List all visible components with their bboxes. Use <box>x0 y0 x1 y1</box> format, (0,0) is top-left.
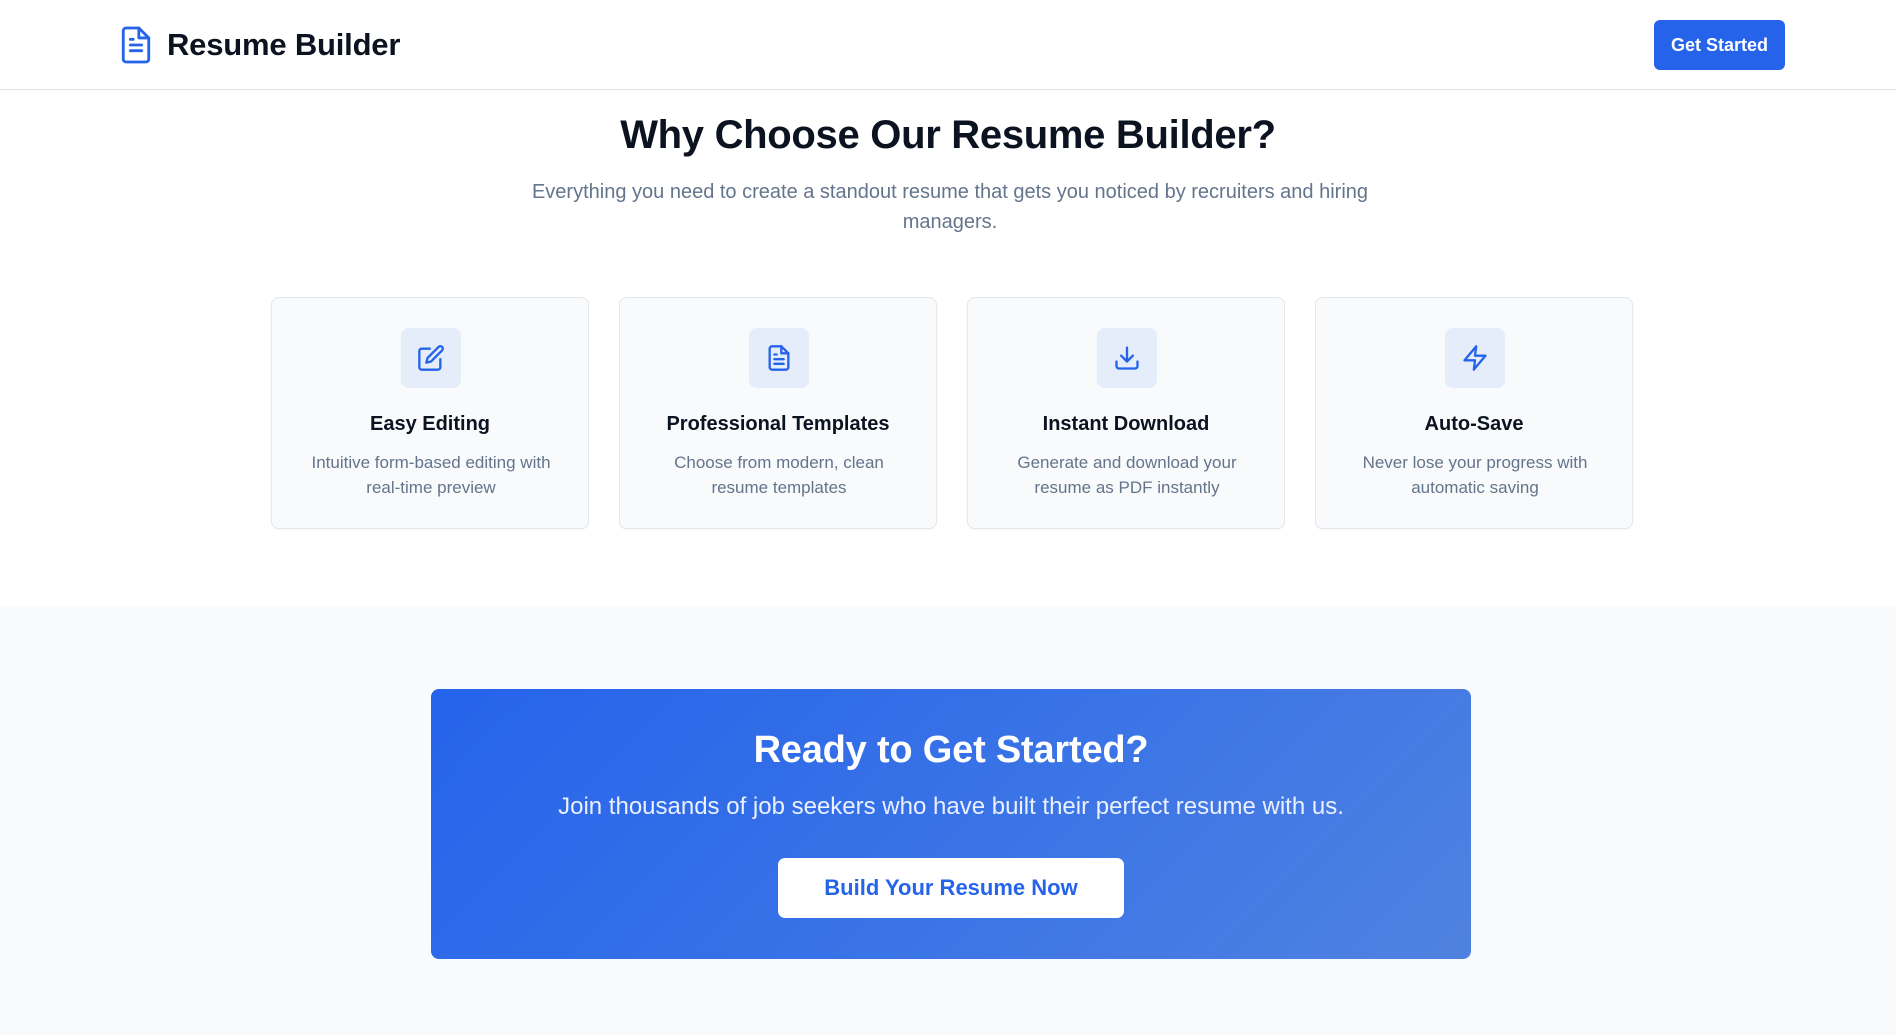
feature-card-professional-templates: Professional Templates Choose from moder… <box>619 297 937 529</box>
feature-card-easy-editing: Easy Editing Intuitive form-based editin… <box>271 297 589 529</box>
cta-banner: Ready to Get Started? Join thousands of … <box>431 689 1471 959</box>
build-resume-button[interactable]: Build Your Resume Now <box>778 858 1124 918</box>
feature-card-title: Auto-Save <box>1424 413 1524 435</box>
brand[interactable]: Resume Builder <box>119 25 400 65</box>
feature-card-auto-save: Auto-Save Never lose your progress with … <box>1315 297 1633 529</box>
features-title: Why Choose Our Resume Builder? <box>620 113 1276 157</box>
cta-title: Ready to Get Started? <box>753 729 1149 771</box>
feature-card-title: Professional Templates <box>666 413 890 435</box>
feature-card-description: Choose from modern, clean resume templat… <box>674 453 884 497</box>
download-icon <box>1097 328 1157 388</box>
feature-card-description: Never lose your progress with automatic … <box>1362 453 1588 497</box>
document-icon <box>749 328 809 388</box>
feature-card-instant-download: Instant Download Generate and download y… <box>967 297 1285 529</box>
cta-section: Ready to Get Started? Join thousands of … <box>0 606 1896 1035</box>
document-icon <box>121 26 151 64</box>
cta-subtitle: Join thousands of job seekers who have b… <box>558 793 1344 820</box>
feature-card-title: Easy Editing <box>369 413 491 435</box>
feature-card-description: Generate and download your resume as PDF… <box>1017 453 1237 497</box>
brand-name: Resume Builder <box>167 27 401 62</box>
edit-icon <box>401 328 461 388</box>
feature-card-title: Instant Download <box>1042 413 1210 435</box>
feature-cards: Easy Editing Intuitive form-based editin… <box>271 297 1633 529</box>
lightning-icon <box>1445 328 1505 388</box>
features-section: Why Choose Our Resume Builder? Everythin… <box>0 91 1896 606</box>
site-header: Resume Builder Get Started <box>0 0 1896 90</box>
features-subtitle: Everything you need to create a standout… <box>531 181 1369 233</box>
get-started-button[interactable]: Get Started <box>1654 20 1785 70</box>
feature-card-description: Intuitive form-based editing with real-t… <box>311 453 551 497</box>
